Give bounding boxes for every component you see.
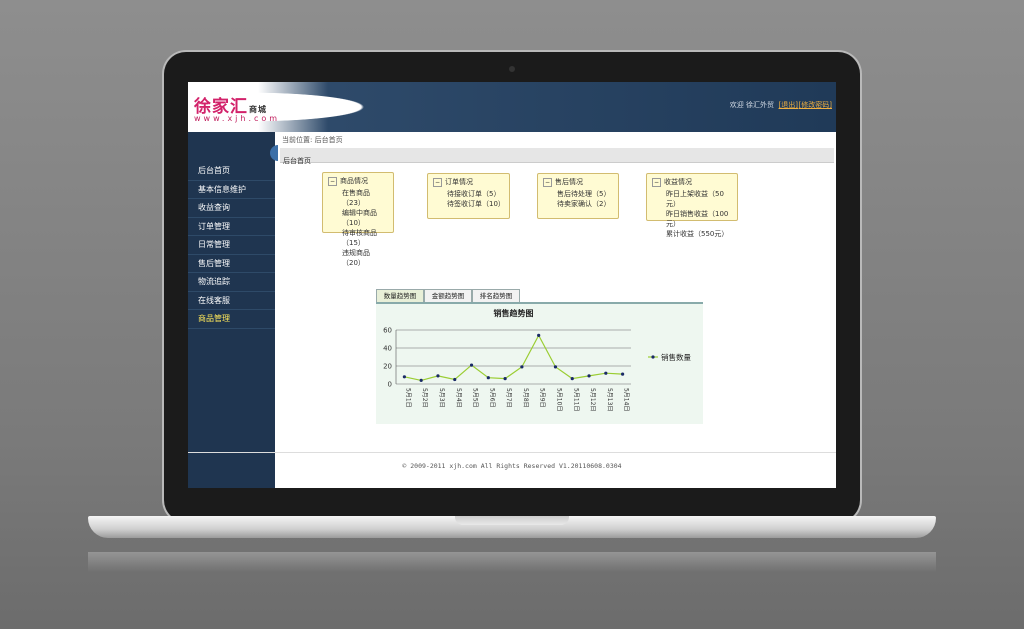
tab-rank-trend[interactable]: 排名趋势图 [472, 289, 520, 303]
collapse-icon[interactable]: − [328, 177, 338, 186]
card-row[interactable]: 待接收订单（5） [433, 189, 504, 199]
data-point [419, 378, 423, 382]
header-curve [248, 82, 448, 132]
breadcrumb: 当前位置: 后台首页 [282, 136, 343, 144]
x-tick-label: 5月3日 [438, 388, 445, 408]
data-point [570, 377, 574, 381]
y-tick-label: 40 [383, 345, 392, 353]
sidebar-item[interactable]: 商品管理 [188, 310, 275, 329]
laptop-reflection [88, 552, 936, 572]
card-row[interactable]: 待审核商品（15） [328, 228, 388, 248]
card-row[interactable]: 昨日销售收益（100元） [652, 209, 732, 229]
laptop-notch [455, 516, 569, 525]
x-tick-label: 5月5日 [472, 388, 479, 408]
legend-marker [651, 355, 655, 359]
card-row[interactable]: 待卖家确认（2） [543, 199, 613, 209]
logo-tag: 商城 [249, 105, 267, 114]
data-point [453, 377, 457, 382]
data-point [486, 376, 490, 380]
data-point [436, 374, 440, 378]
x-tick-label: 5月10日 [555, 388, 562, 411]
camera-icon [509, 66, 515, 72]
y-tick-label: 0 [388, 381, 392, 389]
sidebar-item[interactable]: 基本信息维护 [188, 181, 275, 199]
collapse-icon[interactable]: − [543, 178, 553, 187]
sidebar-item[interactable]: 后台首页 [188, 162, 275, 181]
tab-amount-trend[interactable]: 金额趋势图 [424, 289, 472, 303]
chart-panel: 销售趋势图 0 20 40 60 5月1日 5月2日 5月3日 5月4日 5月5日 5月6日 5月7日… [376, 302, 703, 424]
y-tick-label: 20 [383, 363, 392, 371]
tab-quantity-trend[interactable]: 数量趋势图 [376, 289, 424, 303]
footer: © 2009-2011 xjh.com All Rights Reserved … [188, 452, 836, 470]
chart-title: 销售趋势图 [494, 308, 534, 318]
x-tick-label: 5月6日 [488, 388, 495, 408]
data-point [469, 363, 474, 367]
card-title: 商品情况 [340, 177, 369, 185]
x-tick-label: 5月1日 [404, 388, 411, 408]
data-point [553, 365, 558, 369]
card-orders: − 订单情况 待接收订单（5） 待签收订单（10） [427, 173, 510, 219]
sidebar-item[interactable]: 售后管理 [188, 255, 275, 273]
x-tick-label: 5月7日 [505, 388, 512, 408]
data-point [537, 333, 541, 337]
sidebar-item[interactable]: 物流追踪 [188, 273, 275, 292]
card-title: 售后情况 [555, 178, 584, 186]
change-password-link[interactable]: [修改密码] [799, 100, 832, 110]
series-line [404, 334, 623, 382]
card-products: − 商品情况 在售商品（23） 编辑中商品（10） 待审核商品（15） 违规商品（… [322, 172, 394, 267]
collapse-icon[interactable]: − [433, 178, 443, 187]
card-row[interactable]: 售后待处理（5） [543, 189, 613, 199]
card-row[interactable]: 昨日上架收益（50元） [652, 189, 732, 209]
data-point [520, 365, 524, 369]
card-income: − 收益情况 昨日上架收益（50元） 昨日销售收益（100元） 累计收益（550元… [646, 173, 738, 238]
x-tick-label: 5月9日 [539, 388, 546, 408]
sidebar-item[interactable]: 订单管理 [188, 218, 275, 236]
x-tick-label: 5月12日 [589, 388, 596, 411]
data-point [604, 371, 608, 375]
sidebar-item[interactable]: 收益查询 [188, 199, 275, 218]
collapse-icon[interactable]: − [652, 178, 662, 187]
y-tick-label: 60 [383, 327, 392, 335]
x-tick-label: 5月4日 [455, 388, 462, 408]
data-point [621, 372, 625, 376]
logout-link[interactable]: [退出] [779, 100, 798, 110]
card-row[interactable]: 编辑中商品（10） [328, 208, 388, 228]
sidebar-menu: 后台首页 基本信息维护 收益查询 订单管理 日常管理 售后管理 物流追踪 在线客服 商品管理 [188, 162, 275, 329]
sales-trend-chart: 销售趋势图 0 20 40 60 5月1日 5月2日 5月3日 5月4日 5月5日 5月6日 5月7日… [383, 308, 691, 411]
sidebar-item[interactable]: 在线客服 [188, 292, 275, 310]
x-tick-label: 5月8日 [522, 388, 529, 408]
data-point [402, 375, 406, 379]
data-point [503, 377, 507, 381]
x-tick-label: 5月11日 [572, 388, 579, 411]
screen: 徐家汇商城 www.xjh.com 欢迎 徐汇外贸 [退出] [修改密码] 后台… [188, 82, 836, 488]
x-tick-label: 5月13日 [606, 388, 613, 411]
x-tick-label: 5月2日 [421, 388, 428, 408]
logo-sub: www.xjh.com [194, 114, 281, 123]
data-point [587, 374, 591, 378]
card-aftersales: − 售后情况 售后待处理（5） 待卖家确认（2） [537, 173, 619, 219]
card-title: 订单情况 [445, 178, 474, 186]
welcome-text: 欢迎 徐汇外贸 [729, 101, 774, 109]
card-row[interactable]: 累计收益（550元） [652, 229, 732, 239]
card-title: 收益情况 [664, 178, 693, 186]
card-row[interactable]: 待签收订单（10） [433, 199, 505, 209]
legend-label: 销售数量 [661, 352, 691, 362]
sidebar-item[interactable]: 日常管理 [188, 236, 275, 255]
card-row[interactable]: 违规商品（20） [328, 248, 388, 268]
header: 徐家汇商城 www.xjh.com 欢迎 徐汇外贸 [退出] [修改密码] [188, 82, 836, 132]
page-title-bar: 后台首页 [280, 148, 834, 165]
x-tick-label: 5月14日 [623, 388, 630, 411]
page-title: 后台首页 [283, 157, 311, 165]
card-row[interactable]: 在售商品（23） [328, 188, 388, 208]
